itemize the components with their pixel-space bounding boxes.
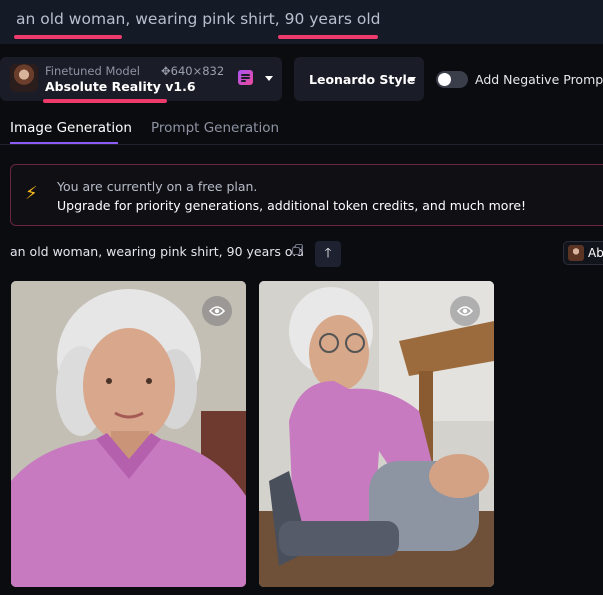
tab-prompt-generation[interactable]: Prompt Generation	[151, 120, 279, 136]
generated-image[interactable]	[259, 281, 494, 587]
style-dropdown-value: Leonardo Style	[309, 72, 416, 87]
model-thumbnail	[10, 64, 38, 92]
banner-upgrade-text: Upgrade for priority generations, additi…	[57, 198, 527, 213]
generated-image[interactable]	[11, 281, 246, 587]
free-plan-banner[interactable]: ⚡ You are currently on a free plan. Upgr…	[10, 164, 603, 226]
chevron-down-icon	[408, 77, 416, 82]
view-image-button[interactable]	[450, 296, 480, 326]
copy-icon[interactable]	[292, 244, 304, 256]
tab-image-generation[interactable]: Image Generation	[10, 120, 132, 136]
move-arrows-icon: ✥	[161, 64, 171, 78]
model-chip[interactable]: Ab	[563, 241, 603, 265]
portrait-image	[259, 281, 494, 587]
model-type-label: Finetuned Model	[45, 64, 140, 78]
tabs-divider	[0, 144, 603, 145]
notes-icon[interactable]	[238, 70, 253, 85]
negative-prompt-toggle[interactable]	[436, 71, 468, 88]
negative-prompt-label: Add Negative Prompt	[475, 72, 603, 87]
prompt-input[interactable]: an old woman, wearing pink shirt, 90 yea…	[0, 0, 603, 44]
eye-icon	[457, 306, 473, 316]
eye-icon	[209, 306, 225, 316]
active-tab-indicator	[10, 142, 118, 144]
style-dropdown[interactable]: Leonardo Style	[294, 57, 424, 101]
chevron-down-icon[interactable]	[265, 76, 273, 81]
highlight-underline	[14, 35, 122, 39]
reuse-prompt-button[interactable]: 🡑	[315, 241, 341, 267]
highlight-underline	[43, 99, 167, 103]
prompt-text: an old woman, wearing pink shirt, 90 yea…	[16, 10, 381, 28]
view-image-button[interactable]	[202, 296, 232, 326]
portrait-image	[11, 281, 246, 587]
generation-prompt: an old woman, wearing pink shirt, 90 yea…	[10, 244, 304, 259]
highlight-underline	[278, 35, 378, 39]
lightning-icon: ⚡	[25, 183, 38, 204]
banner-message: You are currently on a free plan.	[57, 179, 258, 194]
model-dimensions: ✥640×832	[161, 64, 225, 78]
model-name: Absolute Reality v1.6	[45, 79, 196, 94]
arrow-up-icon: 🡑	[324, 246, 332, 261]
toggle-knob	[438, 73, 451, 86]
model-chip-label: Ab	[588, 246, 603, 260]
model-chip-thumbnail	[568, 245, 584, 261]
